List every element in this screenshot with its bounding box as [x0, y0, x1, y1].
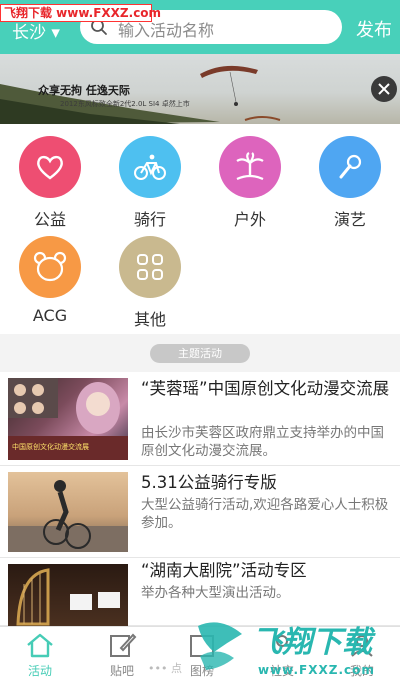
banner-subtext: 2012东风标致全新2代2.0L SI4 卓然上市: [60, 100, 190, 108]
category-circle: [119, 136, 181, 198]
category-yanyi[interactable]: 演艺: [300, 136, 400, 230]
activity-desc: 大型公益骑行活动,欢迎各路爱心人士积极参加。: [141, 497, 389, 531]
watermark-url: www.FXXZ.com: [258, 663, 375, 677]
category-huwai[interactable]: 户外: [200, 136, 300, 230]
category-label: 其他: [133, 310, 166, 329]
category-label: 公益: [33, 210, 66, 229]
activity-thumbnail: [8, 564, 128, 626]
category-qixing[interactable]: 骑行: [100, 136, 200, 230]
publish-button[interactable]: 发布: [356, 16, 392, 42]
cycling-photo-image: [8, 480, 128, 552]
promo-banner[interactable]: 众享无拘 任逸天际 2012东风标致全新2代2.0L SI4 卓然上市: [0, 54, 400, 124]
category-label: 骑行: [133, 210, 166, 229]
bicycle-icon: [134, 154, 166, 180]
activity-item[interactable]: 中国原创文化动漫交流展 “芙蓉瑶”中国原创文化动漫交流展 由长沙市芙蓉区政府鼎立…: [0, 372, 400, 466]
bear-icon: [33, 251, 67, 282]
category-gongyi[interactable]: 公益: [0, 136, 100, 230]
tab-activity[interactable]: 活动: [0, 627, 80, 685]
activity-item[interactable]: 5.31公益骑行专版 大型公益骑行活动,欢迎各路爱心人士积极参加。: [0, 466, 400, 558]
banner-close-button[interactable]: [371, 76, 397, 102]
watermark-brand: 飞翔下载: [252, 625, 372, 660]
edit-icon: [110, 633, 137, 657]
home-icon: [27, 633, 53, 658]
category-circle: [219, 136, 281, 198]
activity-title: 5.31公益骑行专版: [141, 473, 277, 492]
activity-title: “湖南大剧院”活动专区: [141, 561, 307, 580]
activity-title: “芙蓉瑶”中国原创文化动漫交流展: [141, 379, 390, 398]
category-label: ACG: [32, 306, 68, 325]
theater-photo-image: [16, 568, 120, 626]
tab-label: 活动: [27, 664, 52, 678]
section-label: 主题活动: [150, 344, 250, 363]
tab-tieba[interactable]: 贴吧: [82, 627, 162, 685]
activity-desc: 举办各种大型演出活动。: [141, 585, 290, 601]
more-indicator: ••• 点: [148, 662, 182, 675]
category-grid: 公益 骑行 户外 演艺 ACG 其他: [0, 124, 400, 334]
thumbnail-caption: 中国原创文化动漫交流展: [12, 443, 89, 451]
close-icon: [378, 83, 390, 95]
heart-icon: [37, 155, 63, 180]
category-label: 演艺: [333, 210, 366, 229]
activity-thumbnail: [8, 472, 128, 552]
activity-thumbnail: 中国原创文化动漫交流展: [8, 378, 128, 460]
banner-slogan: 众享无拘 任逸天际: [38, 84, 130, 97]
grid-icon: [137, 254, 163, 280]
category-circle: [319, 136, 381, 198]
category-acg[interactable]: ACG: [0, 236, 100, 325]
category-circle: [119, 236, 181, 298]
microphone-icon: [339, 154, 362, 179]
category-qita[interactable]: 其他: [100, 236, 200, 330]
activity-desc: 由长沙市芙蓉区政府鼎立支持举办的中国原创文化动漫交流展。: [141, 425, 384, 459]
palm-tree-icon: [236, 152, 264, 181]
category-circle: [19, 136, 81, 198]
category-circle: [19, 236, 81, 298]
category-label: 户外: [233, 210, 266, 229]
section-header: 主题活动: [0, 334, 400, 372]
watermark-top: 飞翔下载 www.FXXZ.com: [0, 4, 161, 22]
